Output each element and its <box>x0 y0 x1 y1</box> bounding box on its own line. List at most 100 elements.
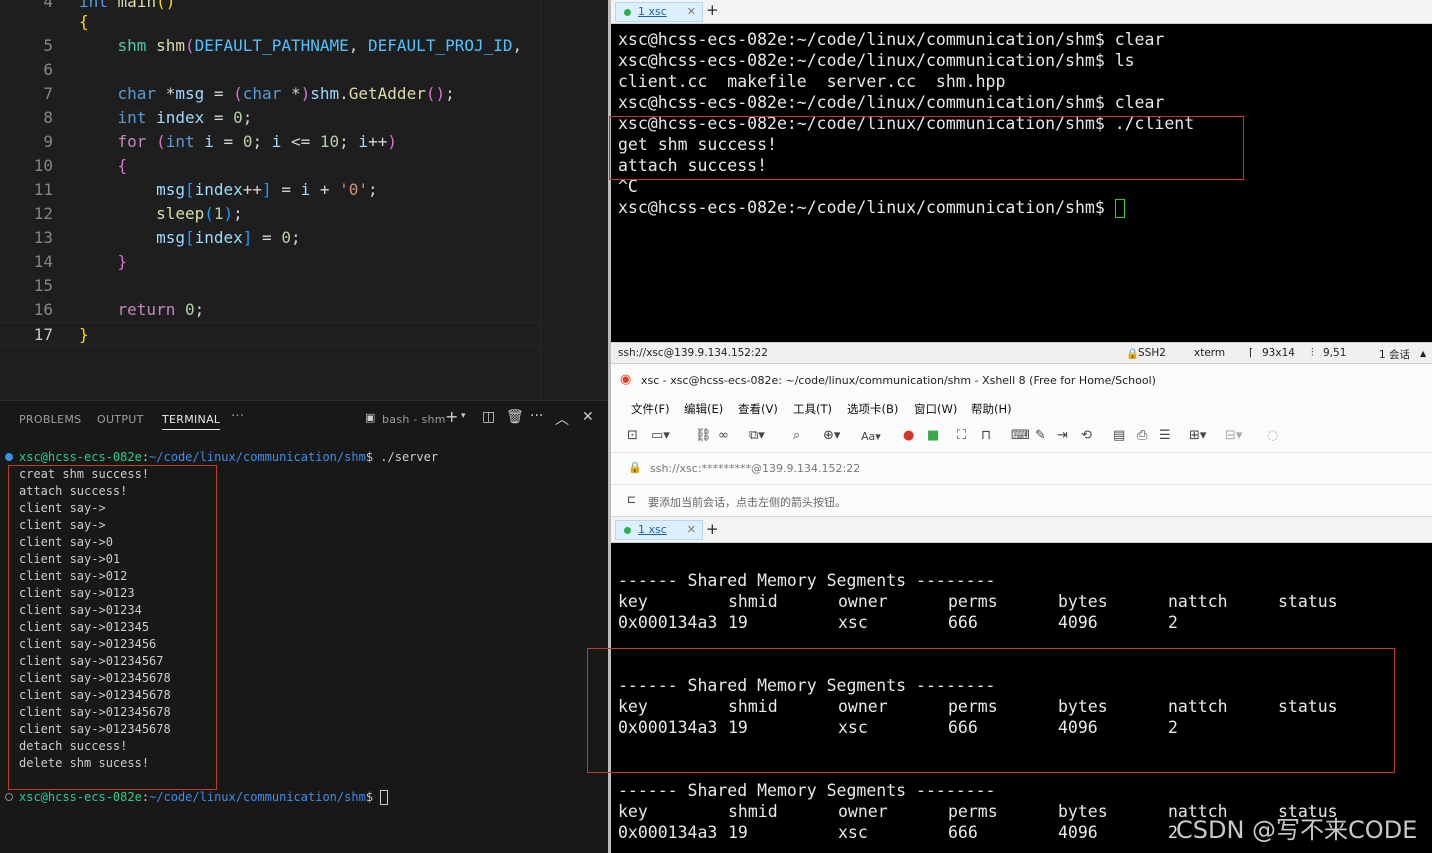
code-token: char <box>117 84 157 103</box>
new-session-icon[interactable]: ⊡ <box>627 428 638 443</box>
status-term: xterm <box>1194 347 1226 359</box>
code-token: msg <box>156 228 185 247</box>
ipcs-column-header: key <box>618 802 648 821</box>
code-token: 10 <box>319 132 340 151</box>
layout-icon[interactable]: ⊟▾ <box>1225 428 1242 443</box>
code-line[interactable]: 13 msg[index] = 0; <box>0 226 540 250</box>
tab-problems[interactable]: PROBLEMS <box>19 413 81 426</box>
lock-icon: 🔒 <box>628 461 642 474</box>
close-tab-icon[interactable]: ✕ <box>687 3 696 21</box>
log-icon[interactable]: ▤ <box>1113 428 1125 443</box>
keyboard-icon[interactable]: ⌨ <box>1011 428 1030 443</box>
transfer-icon[interactable]: ⇥ <box>1057 428 1068 443</box>
xftp-icon[interactable]: ● <box>903 428 914 443</box>
code-line[interactable]: { <box>0 10 540 34</box>
xshell-line: client.cc makefile server.cc shm.hpp <box>618 71 1005 92</box>
close-icon[interactable]: ✕ <box>582 409 594 425</box>
code-token: ( <box>233 84 243 103</box>
lock-icon[interactable]: ⊓ <box>981 428 991 443</box>
session-tab[interactable]: 1 xsc ✕ <box>615 2 703 22</box>
code-line[interactable]: 14 } <box>0 250 540 274</box>
menu-tabs[interactable]: 选项卡(B) <box>847 401 898 417</box>
code-token: + <box>310 180 340 199</box>
print-icon[interactable]: ⎙ <box>1137 428 1147 443</box>
prompt-user: xsc@hcss-ecs-082e <box>19 790 142 804</box>
menu-help[interactable]: 帮助(H) <box>971 401 1012 417</box>
trash-icon[interactable]: 🗑 <box>506 409 524 425</box>
address-input[interactable]: ssh://xsc:*********@139.9.134.152:22 <box>650 462 860 475</box>
script-icon[interactable]: ⟲ <box>1081 428 1092 443</box>
chevron-down-icon[interactable]: ▾ <box>461 411 466 421</box>
toolbar: ⊡ ▭▾ ⛓ ∞ ⧉▾ ⌕ ⊕▾ Aa▾ ● ■ ⛶ ⊓ ⌨ ✎ ⇥ ⟲ ▤ ⎙… <box>611 422 1432 452</box>
ipcs-column-header: nattch <box>1168 592 1228 611</box>
disconnect-icon[interactable]: ⛓ <box>695 428 712 443</box>
reconnect-icon[interactable]: ∞ <box>718 428 729 443</box>
xshell-terminal-top[interactable]: xsc@hcss-ecs-082e:~/code/linux/communica… <box>611 24 1432 342</box>
font-icon[interactable]: Aa▾ <box>861 430 881 443</box>
split-terminal-icon[interactable]: ◫ <box>482 409 495 425</box>
menu-window[interactable]: 窗口(W) <box>914 401 957 417</box>
help-icon[interactable]: ◌ <box>1267 428 1278 443</box>
tab-terminal[interactable]: TERMINAL <box>162 413 221 430</box>
code-line[interactable]: 16 return 0; <box>0 298 540 322</box>
add-session-icon[interactable]: ⊏ <box>627 493 636 506</box>
xagent-icon[interactable]: ■ <box>927 428 939 443</box>
tab-output[interactable]: OUTPUT <box>97 413 144 426</box>
search-icon[interactable]: ⌕ <box>793 428 800 443</box>
code-line[interactable]: 17} <box>0 322 540 346</box>
code-token: i <box>271 132 282 151</box>
prompt-sep: : <box>141 450 150 464</box>
code-token: 0 <box>242 132 253 151</box>
menu-file[interactable]: 文件(F) <box>631 401 670 417</box>
fullscreen-icon[interactable]: ⛶ <box>957 428 966 443</box>
menu-tools[interactable]: 工具(T) <box>793 401 832 417</box>
code-line[interactable]: 15 <box>0 274 540 298</box>
code-line[interactable]: 7 char *msg = (char *)shm.GetAdder(); <box>0 82 540 106</box>
new-tab-icon[interactable]: + <box>706 520 719 538</box>
code-editor[interactable]: 4 int main() 5 shm shm(DEFAULT_PATHNAME, D… <box>0 0 610 400</box>
session-tab[interactable]: 1 xsc ✕ <box>615 520 703 540</box>
code-text: } <box>79 323 89 347</box>
code-line[interactable]: 11 msg[index++] = i + '0'; <box>0 178 540 202</box>
terminal-icon: ▣ <box>365 411 376 424</box>
notes-icon[interactable]: ☰ <box>1159 428 1171 443</box>
ipcs-header: ------ Shared Memory Segments -------- <box>618 781 996 800</box>
menu-view[interactable]: 查看(V) <box>738 401 778 417</box>
code-line[interactable]: 12 sleep(1); <box>0 202 540 226</box>
ipcs-cell: 0x000134a3 <box>618 823 718 842</box>
code-line[interactable]: 6 <box>0 58 540 82</box>
session-tab-bar-bottom: 1 xsc ✕ + <box>611 516 1432 543</box>
new-tab-icon[interactable]: + <box>706 1 719 19</box>
xshell-logo-icon: ◉ <box>620 372 632 387</box>
new-terminal-icon[interactable]: + <box>445 407 458 426</box>
code-token: ] <box>242 228 253 247</box>
compose-icon[interactable]: ✎ <box>1035 428 1046 443</box>
line-number: 17 <box>33 325 53 344</box>
caret-up-icon[interactable]: ▲ <box>1420 349 1426 358</box>
code-token: ++ <box>368 132 388 151</box>
ipcs-column-header: perms <box>948 802 998 821</box>
new-tab-group-icon[interactable]: ⊞▾ <box>1189 428 1206 443</box>
ellipsis-icon[interactable]: ··· <box>530 408 543 424</box>
command-status-icon <box>5 793 13 801</box>
status-pos: 9,51 <box>1323 347 1347 359</box>
menu-edit[interactable]: 编辑(E) <box>684 401 723 417</box>
terminal-name[interactable]: bash - shm <box>382 413 446 426</box>
globe-icon[interactable]: ⊕▾ <box>823 428 840 443</box>
maximize-panel-icon[interactable]: ︿ <box>555 409 569 429</box>
code-token: ) <box>223 204 234 223</box>
open-folder-icon[interactable]: ▭▾ <box>651 428 670 443</box>
code-line[interactable]: 8 int index = 0; <box>0 106 540 130</box>
close-tab-icon[interactable]: ✕ <box>687 521 696 539</box>
code-token: return <box>117 300 176 319</box>
copy-icon[interactable]: ⧉▾ <box>749 428 765 443</box>
code-line[interactable]: 10 { <box>0 154 540 178</box>
code-line[interactable]: 5 shm shm(DEFAULT_PATHNAME, DEFAULT_PROJ… <box>0 34 540 58</box>
prompt-sep: : <box>141 790 150 804</box>
code-token: ] <box>262 180 272 199</box>
more-actions-icon[interactable]: ··· <box>231 409 244 424</box>
xshell-line: xsc@hcss-ecs-082e:~/code/linux/communica… <box>618 92 1164 113</box>
line-number: 9 <box>43 132 53 151</box>
code-line[interactable]: 9 for (int i = 0; i <= 10; i++) <box>0 130 540 154</box>
